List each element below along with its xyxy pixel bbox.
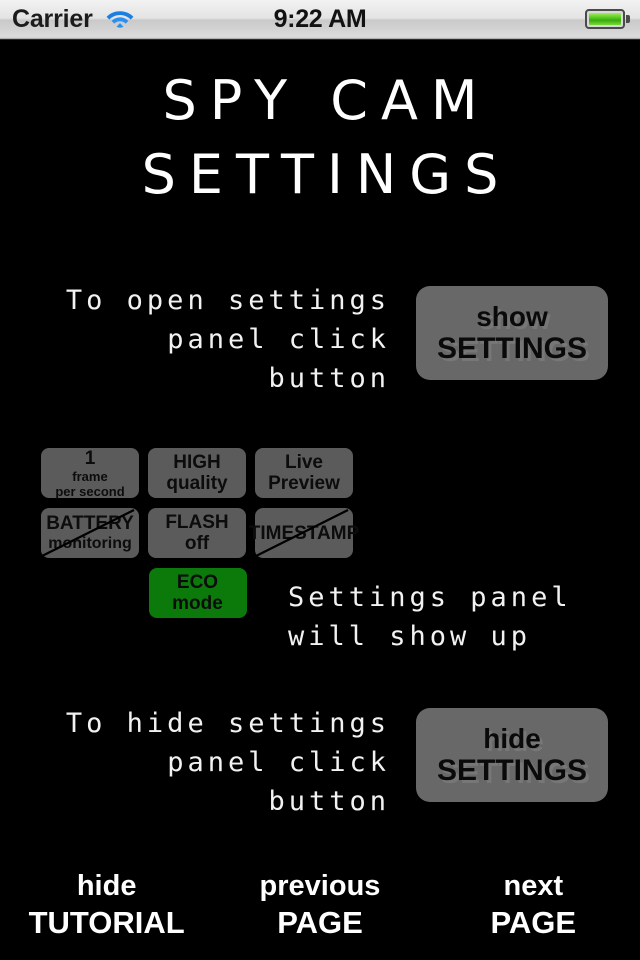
- battery-monitoring-button-line-2: monitoring: [48, 535, 132, 552]
- page-title: SPY CAM SETTINGS: [0, 64, 640, 212]
- timestamp-button[interactable]: TIMESTAMP: [249, 508, 359, 559]
- status-bar: Carrier 9:22 AM: [0, 0, 640, 40]
- panel-note-text: Settings panel will show up: [288, 578, 638, 656]
- timestamp-button-line-1: TIMESTAMP: [248, 522, 360, 544]
- hide-settings-button[interactable]: hide SETTINGS: [416, 708, 608, 802]
- open-instructions-text: To open settings panel click button: [20, 281, 390, 398]
- next-page-button[interactable]: next PAGE: [427, 868, 640, 942]
- panel-note-line-1: Settings panel: [288, 582, 572, 613]
- app-screen: Carrier 9:22 AM SPY CAM SETTINGS To open…: [0, 0, 640, 960]
- page-title-line-2: SETTINGS: [141, 143, 512, 206]
- hide-tutorial-button-line-2: TUTORIAL: [28, 905, 185, 940]
- hide-instructions-text: To hide settings panel click button: [20, 704, 390, 821]
- frame-rate-button[interactable]: 1 frame per second: [41, 447, 139, 499]
- open-instructions-line-2: panel click: [167, 324, 390, 355]
- previous-page-button-line-2: PAGE: [277, 905, 363, 940]
- hide-instructions-line-3: button: [268, 786, 390, 817]
- eco-mode-button-line-2: mode: [172, 593, 223, 614]
- live-preview-button[interactable]: Live Preview: [255, 448, 353, 498]
- battery-monitoring-button-line-1: BATTERY: [46, 513, 134, 534]
- show-settings-button[interactable]: show SETTINGS: [416, 286, 608, 380]
- flash-button[interactable]: FLASH off: [148, 508, 246, 558]
- live-preview-button-line-1: Live: [284, 452, 324, 473]
- hide-instructions-line-2: panel click: [167, 747, 390, 778]
- open-instructions-line-3: button: [268, 363, 390, 394]
- bottom-nav: hide TUTORIAL previous PAGE next PAGE: [0, 868, 640, 942]
- show-settings-button-line-1: show: [476, 300, 548, 332]
- page-title-line-1: SPY CAM: [162, 69, 491, 132]
- next-page-button-line-2: PAGE: [490, 905, 577, 940]
- settings-row-2: BATTERY monitoring FLASH off TIMESTAMP: [37, 508, 359, 559]
- hide-settings-button-line-2: SETTINGS: [436, 753, 587, 787]
- frame-rate-button-line-1: 1: [84, 447, 96, 469]
- settings-row-1: 1 frame per second HIGH quality Live Pre…: [41, 447, 354, 499]
- next-page-button-line-1: next: [503, 870, 564, 902]
- open-instructions-line-1: To open settings: [65, 285, 390, 316]
- quality-button-line-2: quality: [166, 473, 228, 494]
- hide-settings-button-line-1: hide: [483, 722, 541, 754]
- live-preview-button-line-2: Preview: [268, 473, 340, 494]
- battery-monitoring-button[interactable]: BATTERY monitoring: [37, 508, 139, 559]
- previous-page-button-line-1: previous: [259, 870, 381, 902]
- show-settings-button-line-2: SETTINGS: [436, 331, 587, 365]
- frame-rate-button-line-3: per second: [55, 483, 125, 499]
- flash-button-line-1: FLASH: [165, 512, 229, 533]
- flash-button-line-2: off: [184, 533, 210, 554]
- frame-rate-button-line-2: frame: [72, 468, 108, 484]
- quality-button-line-1: HIGH: [173, 452, 221, 473]
- eco-mode-button[interactable]: ECO mode: [148, 568, 247, 618]
- hide-tutorial-button-line-1: hide: [76, 870, 137, 902]
- eco-mode-button-line-1: ECO: [176, 572, 219, 593]
- previous-page-button[interactable]: previous PAGE: [213, 868, 426, 942]
- panel-note-line-2: will show up: [288, 621, 532, 652]
- hide-tutorial-button[interactable]: hide TUTORIAL: [0, 868, 213, 942]
- hide-instructions-line-1: To hide settings: [65, 708, 390, 739]
- quality-button[interactable]: HIGH quality: [148, 448, 246, 498]
- battery-icon: [585, 9, 630, 29]
- clock-label: 9:22 AM: [273, 5, 367, 33]
